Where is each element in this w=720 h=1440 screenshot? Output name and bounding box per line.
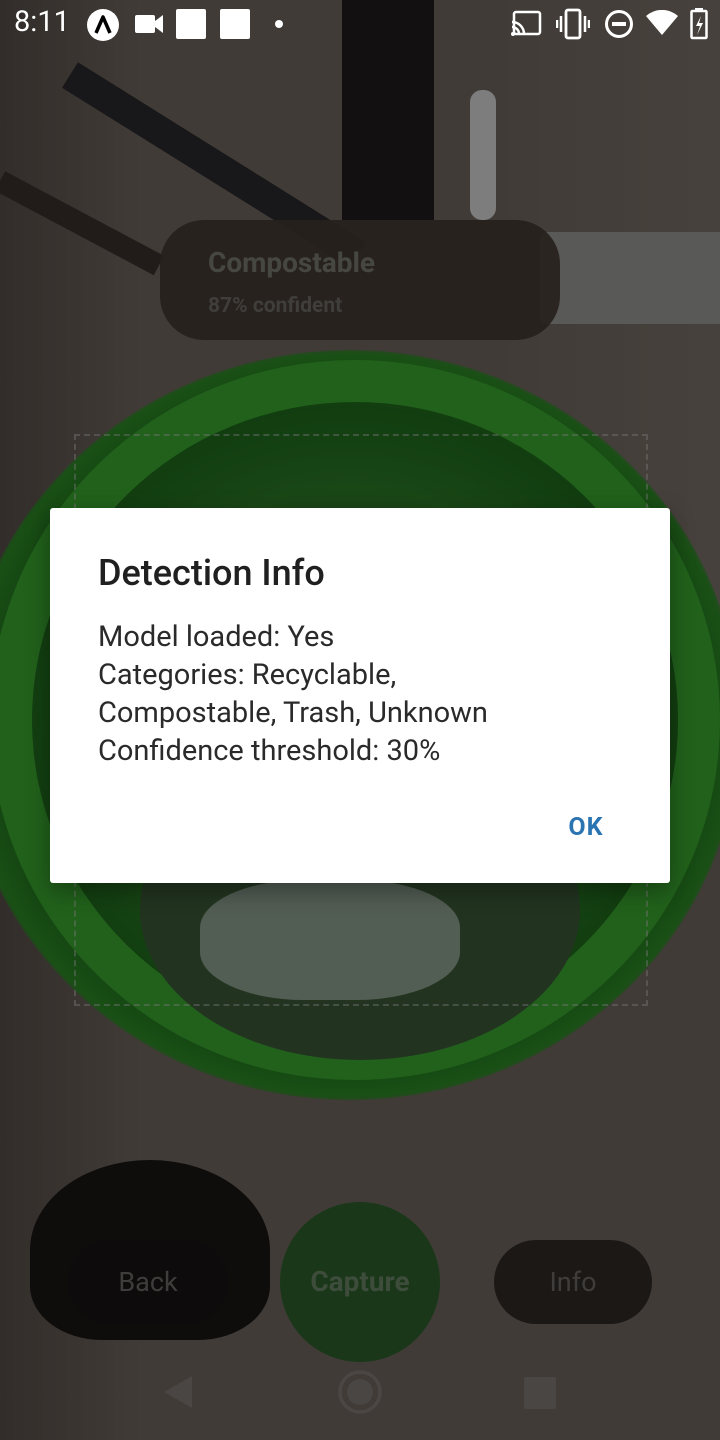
detection-info-dialog: Detection Info Model loaded: Yes Categor… <box>50 508 670 883</box>
ok-button[interactable]: OK <box>546 804 626 852</box>
dialog-line: Model loaded: Yes <box>98 620 335 654</box>
nav-back-icon[interactable] <box>158 1372 198 1416</box>
square-notification-icon <box>220 9 250 39</box>
dialog-message: Model loaded: Yes Categories: Recyclable… <box>98 618 638 770</box>
android-studio-icon <box>86 8 120 42</box>
do-not-disturb-icon <box>604 9 634 39</box>
dialog-line: Compostable, Trash, Unknown <box>98 696 488 730</box>
dot-icon <box>274 19 284 29</box>
dialog-title: Detection Info <box>98 552 325 594</box>
video-camera-icon <box>134 12 164 36</box>
battery-icon <box>690 8 708 40</box>
status-bar: 8:11 <box>0 0 720 48</box>
vibrate-icon <box>556 8 590 40</box>
square-notification-icon <box>176 9 206 39</box>
wifi-icon <box>646 10 678 36</box>
app-screen: Compostable 87% confident Back Capture I… <box>0 0 720 1440</box>
nav-recents-icon[interactable] <box>523 1376 557 1414</box>
status-time: 8:11 <box>14 5 70 39</box>
cast-icon <box>510 10 542 38</box>
nav-home-icon[interactable] <box>338 1370 382 1418</box>
dialog-line: Categories: Recyclable, <box>98 658 397 692</box>
dialog-line: Confidence threshold: 30% <box>98 734 441 768</box>
